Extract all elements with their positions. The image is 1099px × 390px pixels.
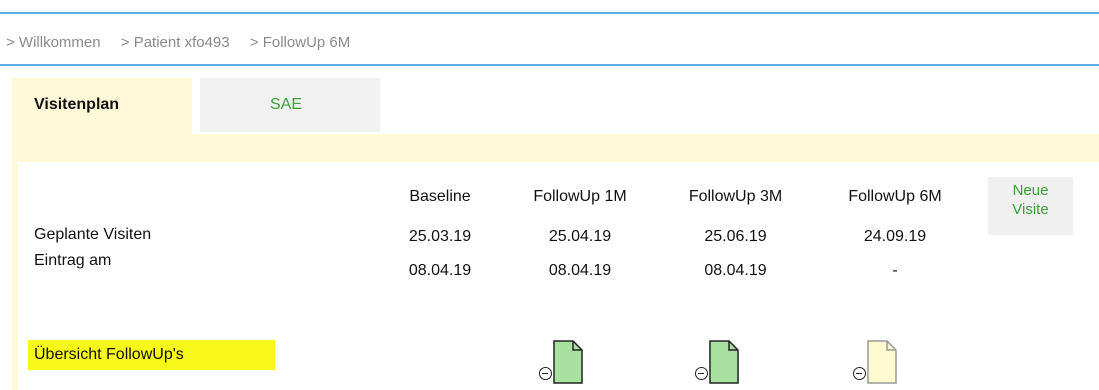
tab-bar: Visitenplan SAE xyxy=(12,78,1099,134)
overview-followups-label: Übersicht FollowUp's xyxy=(34,346,184,363)
breadcrumb-patient[interactable]: > Patient xfo493 xyxy=(121,34,230,51)
collapse-followup-3m-icon[interactable] xyxy=(695,367,708,380)
visit-header-followup-6m: FollowUp 6M xyxy=(848,188,942,205)
entry-date-followup-6m: - xyxy=(892,262,898,279)
planned-date-baseline: 25.03.19 xyxy=(408,228,472,245)
visit-header-followup-1m: FollowUp 1M xyxy=(533,188,627,205)
tab-panel-header xyxy=(12,134,1099,162)
tab-visitenplan[interactable]: Visitenplan xyxy=(12,78,192,134)
breadcrumb-welcome[interactable]: > Willkommen xyxy=(6,34,101,51)
new-visit-label-line2: Visite xyxy=(1012,201,1049,218)
document-pending-icon[interactable] xyxy=(867,340,897,384)
visit-header-baseline: Baseline xyxy=(409,188,471,205)
visit-header-followup-3m: FollowUp 3M xyxy=(688,188,783,205)
collapse-followup-6m-icon[interactable] xyxy=(853,367,866,380)
row-label-planned: Geplante Visiten xyxy=(34,226,152,243)
planned-date-followup-1m: 25.04.19 xyxy=(548,228,612,245)
new-visit-button[interactable]: Neue Visite xyxy=(988,177,1073,235)
breadcrumb: > Willkommen > Patient xfo493 > FollowUp… xyxy=(6,34,366,51)
row-label-entered: Eintrag am xyxy=(34,252,112,269)
top-divider xyxy=(0,12,1099,14)
planned-date-followup-6m: 24.09.19 xyxy=(863,228,927,245)
breadcrumb-followup-6m[interactable]: > FollowUp 6M xyxy=(250,34,350,51)
tab-visitenplan-label: Visitenplan xyxy=(34,96,120,113)
entry-date-baseline: 08.04.19 xyxy=(408,262,472,279)
planned-date-followup-3m: 25.06.19 xyxy=(704,228,767,245)
collapse-followup-1m-icon[interactable] xyxy=(539,367,552,380)
entry-date-followup-1m: 08.04.19 xyxy=(548,262,612,279)
tab-sae[interactable]: SAE xyxy=(200,78,380,132)
document-completed-icon[interactable] xyxy=(709,340,739,384)
new-visit-label-line1: Neue xyxy=(1012,182,1049,199)
breadcrumb-divider xyxy=(0,64,1099,66)
panel-left-border xyxy=(12,162,18,390)
tab-sae-label: SAE xyxy=(270,96,303,113)
entry-date-followup-3m: 08.04.19 xyxy=(704,262,767,279)
document-completed-icon[interactable] xyxy=(553,340,583,384)
